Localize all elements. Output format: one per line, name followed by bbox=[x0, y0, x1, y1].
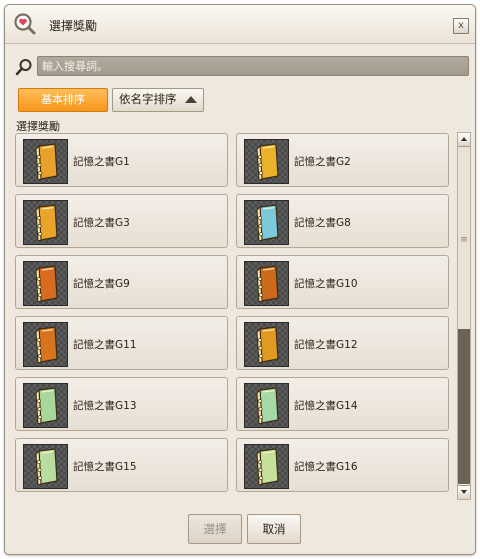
memory-book-icon bbox=[244, 383, 289, 428]
sort-basic-button[interactable]: 基本排序 bbox=[18, 88, 108, 112]
reward-item-name: 記憶之書G3 bbox=[73, 217, 130, 229]
close-button[interactable]: x bbox=[453, 18, 469, 34]
reward-item[interactable]: 記憶之書G10 bbox=[236, 255, 449, 309]
section-label: 選擇獎勵 bbox=[16, 120, 60, 133]
reward-item[interactable]: 記憶之書G13 bbox=[15, 377, 228, 431]
reward-item-name: 記憶之書G10 bbox=[294, 278, 358, 290]
reward-item-name: 記憶之書G2 bbox=[294, 156, 351, 168]
reward-item[interactable]: 記憶之書G12 bbox=[236, 316, 449, 370]
reward-item-name: 記憶之書G12 bbox=[294, 339, 358, 351]
memory-book-icon bbox=[244, 200, 289, 245]
memory-book-icon bbox=[23, 444, 68, 489]
reward-item[interactable]: 記憶之書G16 bbox=[236, 438, 449, 492]
reward-item-name: 記憶之書G1 bbox=[73, 156, 130, 168]
scroll-down-button[interactable] bbox=[458, 485, 470, 499]
memory-book-icon bbox=[244, 444, 289, 489]
reward-select-dialog: 選擇獎勵 x 基本排序 依名字排序 選擇獎勵 記憶之書G1記憶之書G2記憶之書G… bbox=[4, 4, 476, 555]
search-input[interactable] bbox=[37, 56, 469, 76]
scroll-up-button[interactable] bbox=[458, 133, 470, 147]
reward-item-name: 記憶之書G11 bbox=[73, 339, 137, 351]
reward-item[interactable]: 記憶之書G1 bbox=[15, 133, 228, 187]
sort-by-name-button[interactable]: 依名字排序 bbox=[112, 88, 204, 112]
reward-item-name: 記憶之書G9 bbox=[73, 278, 130, 290]
reward-item[interactable]: 記憶之書G9 bbox=[15, 255, 228, 309]
reward-item[interactable]: 記憶之書G8 bbox=[236, 194, 449, 248]
sort-ascending-icon bbox=[185, 96, 197, 103]
reward-item-name: 記憶之書G14 bbox=[294, 400, 358, 412]
scrollbar[interactable]: ≡ bbox=[457, 132, 471, 500]
memory-book-icon bbox=[244, 322, 289, 367]
memory-book-icon bbox=[23, 200, 68, 245]
memory-book-icon bbox=[23, 139, 68, 184]
scroll-thumb[interactable] bbox=[458, 329, 470, 484]
reward-item-name: 記憶之書G13 bbox=[73, 400, 137, 412]
scroll-grip-icon: ≡ bbox=[460, 235, 468, 245]
title-bar[interactable]: 選擇獎勵 x bbox=[5, 5, 475, 44]
memory-book-icon bbox=[244, 139, 289, 184]
reward-item-name: 記憶之書G16 bbox=[294, 461, 358, 473]
heart-magnifier-icon bbox=[13, 12, 37, 36]
reward-item[interactable]: 記憶之書G11 bbox=[15, 316, 228, 370]
reward-item[interactable]: 記憶之書G2 bbox=[236, 133, 449, 187]
search-icon bbox=[15, 58, 33, 76]
memory-book-icon bbox=[23, 383, 68, 428]
search-row bbox=[13, 55, 469, 79]
reward-item[interactable]: 記憶之書G15 bbox=[15, 438, 228, 492]
reward-item[interactable]: 記憶之書G3 bbox=[15, 194, 228, 248]
reward-grid: 記憶之書G1 記憶之書G2 記憶之書G3 記憶之書G8 記憶之書G9 記憶之書G10 記憶之… bbox=[15, 133, 455, 499]
cancel-button[interactable]: 取消 bbox=[247, 514, 301, 544]
reward-item-name: 記憶之書G8 bbox=[294, 217, 351, 229]
memory-book-icon bbox=[23, 322, 68, 367]
memory-book-icon bbox=[244, 261, 289, 306]
reward-item[interactable]: 記憶之書G14 bbox=[236, 377, 449, 431]
sort-by-name-label: 依名字排序 bbox=[119, 92, 177, 106]
select-button[interactable]: 選擇 bbox=[188, 514, 242, 544]
reward-item-name: 記憶之書G15 bbox=[73, 461, 137, 473]
dialog-title: 選擇獎勵 bbox=[49, 19, 98, 33]
memory-book-icon bbox=[23, 261, 68, 306]
